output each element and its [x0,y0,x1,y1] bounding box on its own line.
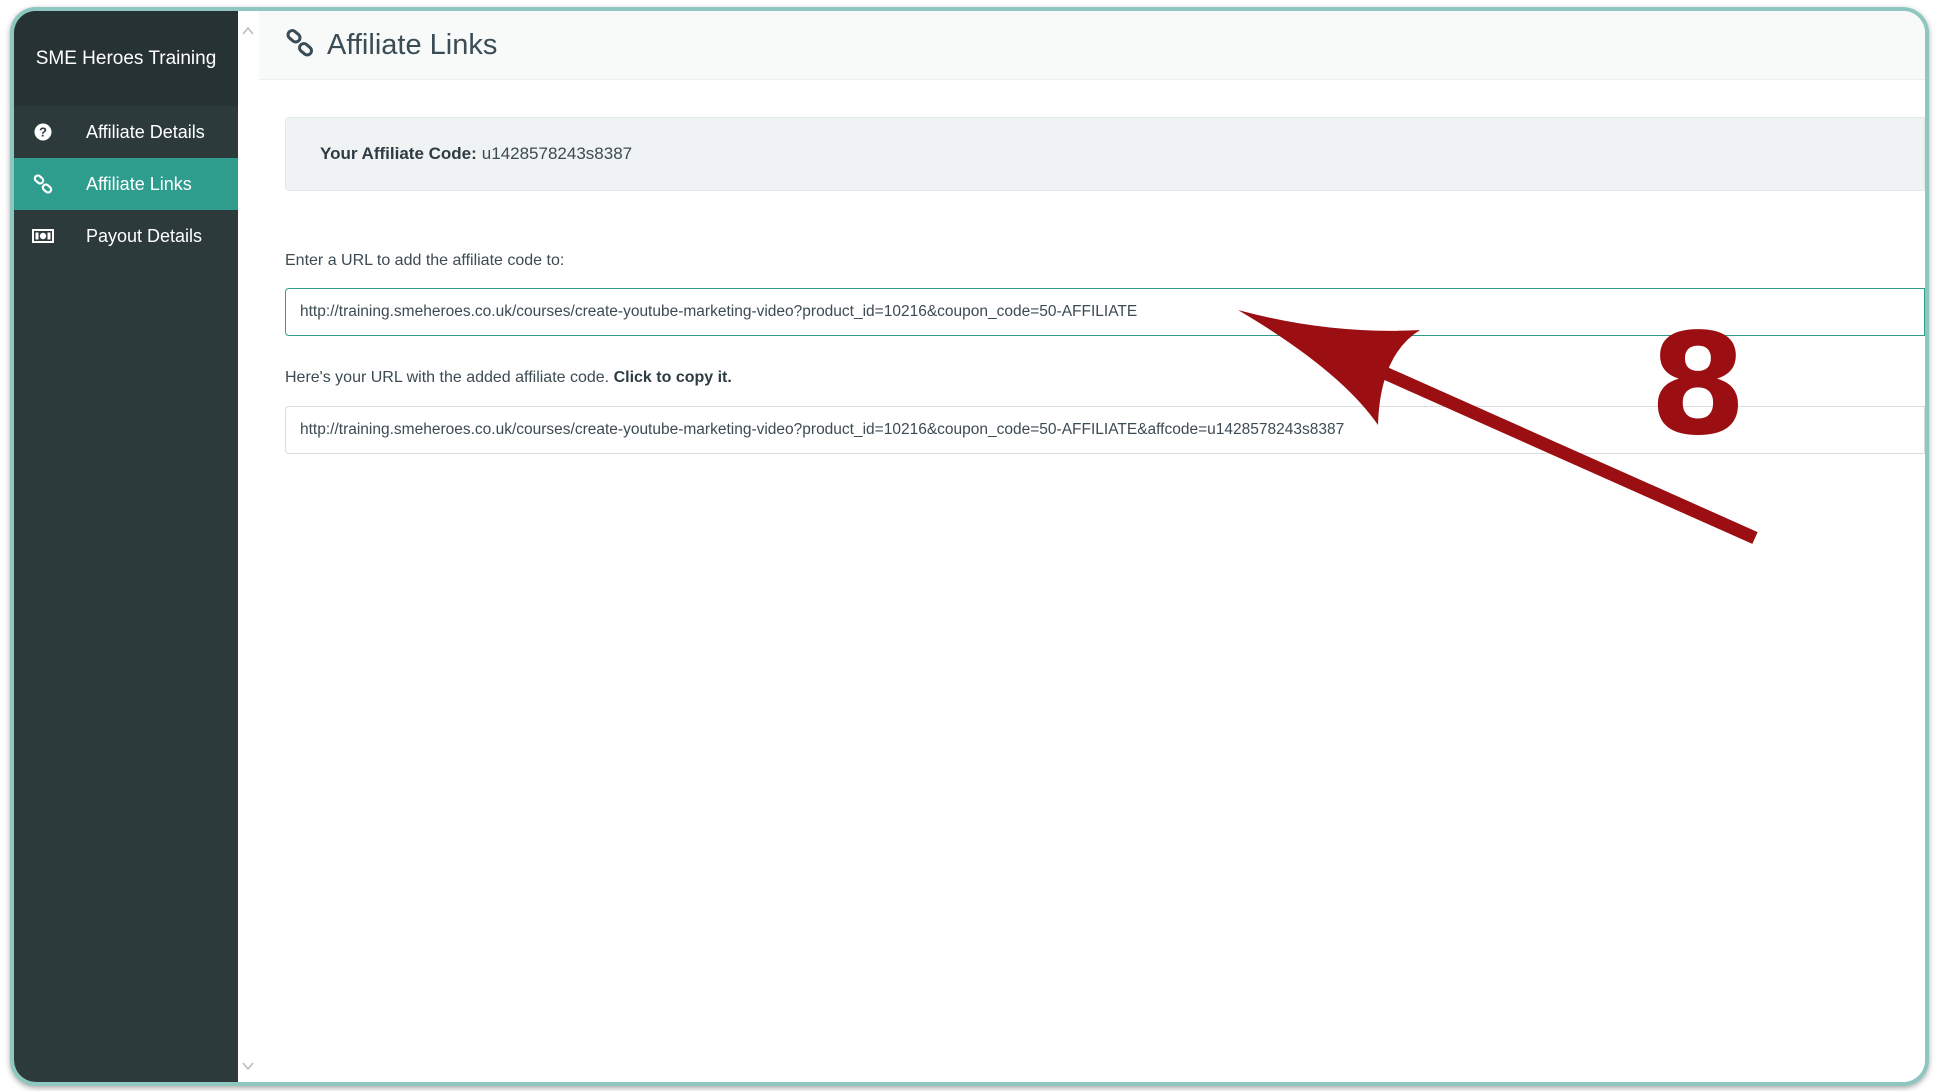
page-title: Affiliate Links [327,28,498,61]
main-content: Affiliate Links Your Affiliate Code: u14… [259,11,1925,1082]
affiliate-code-value: u1428578243s8387 [481,144,633,163]
sidebar-item-label: Affiliate Details [86,121,205,142]
link-icon [285,28,315,63]
sidebar-item-payout-details[interactable]: Payout Details [14,210,238,262]
affiliate-code-panel: Your Affiliate Code: u1428578243s8387 [285,117,1925,191]
sidebar: SME Heroes Training ? Affiliate Details … [14,11,238,1082]
url-input-label: Enter a URL to add the affiliate code to… [285,252,565,269]
result-label: Here's your URL with the added affiliate… [285,369,732,387]
sidebar-item-label: Affiliate Links [86,173,192,194]
page-header: Affiliate Links [259,11,1925,80]
money-icon [28,228,58,244]
result-label-text: Here's your URL with the added affiliate… [285,369,610,386]
svg-text:?: ? [39,125,47,140]
scrollbar[interactable] [238,11,260,1082]
scroll-down-icon[interactable] [242,1060,254,1072]
question-circle-icon: ? [28,123,58,141]
sidebar-item-affiliate-details[interactable]: ? Affiliate Details [14,106,238,158]
copy-hint: Click to copy it. [613,369,732,386]
sidebar-item-label: Payout Details [86,225,203,246]
affiliate-code-label: Your Affiliate Code: [320,144,477,163]
result-url-field[interactable] [285,406,1925,454]
scroll-up-icon[interactable] [242,25,254,37]
app-window: SME Heroes Training ? Affiliate Details … [10,7,1929,1086]
link-icon [28,174,58,194]
brand-title: SME Heroes Training [14,11,238,106]
sidebar-item-affiliate-links[interactable]: Affiliate Links [14,158,238,210]
url-input[interactable] [285,288,1925,336]
